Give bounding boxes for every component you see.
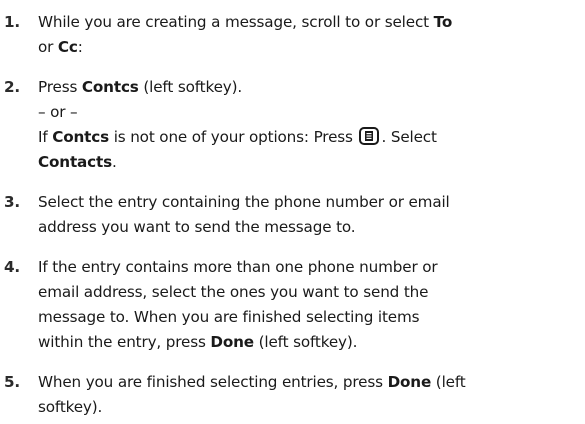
field-cc-label: Cc [57,38,78,56]
step-1: 1. While you are creating a message, scr… [0,10,581,60]
step-number: 3. [4,193,21,211]
step-number: 1. [4,13,21,31]
step-text: or [38,38,58,56]
step-text: . Select [381,128,437,146]
contcs-softkey-label: Contcs [52,128,110,146]
step-line: softkey). [38,398,103,416]
done-softkey-label: Done [387,373,432,391]
step-text: is not one of your options: Press [109,128,358,146]
step-line: If Contcs is not one of your options: Pr… [38,125,581,150]
step-text: Press [38,78,82,96]
step-text: . [112,153,117,171]
step-line: If the entry contains more than one phon… [38,258,438,276]
step-2: 2. Press Contcs (left softkey). – or – I… [0,75,581,175]
step-text: (left [431,373,466,391]
step-5: 5. When you are finished selecting entri… [0,370,581,420]
step-line: email address, select the ones you want … [38,283,429,301]
step-4: 4. If the entry contains more than one p… [0,255,581,355]
instruction-page: 1. While you are creating a message, scr… [0,0,585,424]
step-line: message to. When you are finished select… [38,308,420,326]
step-line: While you are creating a message, scroll… [38,10,581,35]
step-text: within the entry, press [38,333,211,351]
step-text: (left softkey). [253,333,358,351]
menu-key-icon [359,127,380,145]
step-number: 4. [4,258,21,276]
contacts-menu-label: Contacts [38,153,113,171]
step-line: address you want to send the message to. [38,218,356,236]
step-text: : [77,38,83,56]
step-text: While you are creating a message, scroll… [38,13,434,31]
step-number: 5. [4,373,21,391]
or-separator: – or – [38,103,78,121]
steps-list: 1. While you are creating a message, scr… [0,10,581,420]
step-line: within the entry, press Done (left softk… [38,330,581,355]
done-softkey-label: Done [210,333,254,351]
contcs-softkey-label: Contcs [81,78,139,96]
step-line: Select the entry containing the phone nu… [38,193,450,211]
step-line: When you are finished selecting entries,… [38,370,581,395]
step-line: Contacts. [38,150,581,175]
step-number: 2. [4,78,21,96]
step-line: Press Contcs (left softkey). [38,75,581,100]
step-line: or Cc: [38,35,581,60]
step-text: (left softkey). [138,78,243,96]
step-text: If [38,128,53,146]
step-line: – or – [38,100,581,125]
step-text: When you are finished selecting entries,… [38,373,388,391]
step-3: 3. Select the entry containing the phone… [0,190,581,240]
field-to-label: To [433,13,453,31]
